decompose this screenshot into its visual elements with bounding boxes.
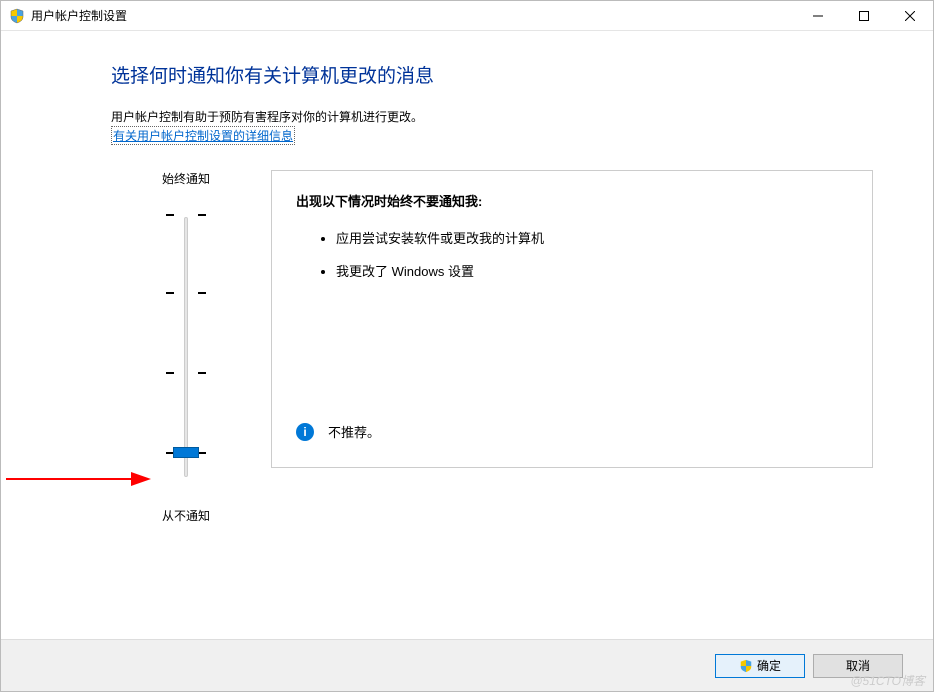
slider-label-bottom: 从不通知 (111, 507, 261, 524)
panel-list: 应用尝试安装软件或更改我的计算机 我更改了 Windows 设置 (296, 228, 848, 280)
slider-thumb[interactable] (173, 447, 199, 458)
button-bar: 确定 取消 (1, 639, 933, 691)
uac-slider[interactable] (111, 202, 261, 492)
maximize-button[interactable] (841, 1, 887, 31)
panel-heading: 出现以下情况时始终不要通知我: (296, 191, 848, 210)
description-text: 用户帐户控制有助于预防有害程序对你的计算机进行更改。 (111, 108, 873, 126)
shield-icon (739, 659, 753, 673)
page-heading: 选择何时通知你有关计算机更改的消息 (111, 61, 873, 88)
slider-row: 始终通知 从不通知 出现以下情况时始终不要通知我: 应用尝试安装软件或更改我的计… (111, 170, 873, 524)
slider-track (184, 217, 188, 477)
maximize-icon (859, 11, 869, 21)
shield-icon (9, 8, 25, 24)
close-button[interactable] (887, 1, 933, 31)
info-icon: i (296, 423, 314, 441)
window-title: 用户帐户控制设置 (31, 7, 795, 24)
slider-column: 始终通知 从不通知 (111, 170, 261, 524)
cancel-button[interactable]: 取消 (813, 654, 903, 678)
window: 用户帐户控制设置 选择何时通知你有关计算机更改的消息 用户帐户控制有助于预防有害… (0, 0, 934, 692)
recommendation-text: 不推荐。 (328, 422, 380, 441)
help-link[interactable]: 有关用户帐户控制设置的详细信息 (111, 126, 295, 145)
slider-label-top: 始终通知 (111, 170, 261, 187)
minimize-button[interactable] (795, 1, 841, 31)
close-icon (905, 11, 915, 21)
cancel-button-label: 取消 (846, 657, 870, 674)
content-area: 选择何时通知你有关计算机更改的消息 用户帐户控制有助于预防有害程序对你的计算机进… (1, 31, 933, 631)
titlebar: 用户帐户控制设置 (1, 1, 933, 31)
panel-footer: i 不推荐。 (296, 422, 380, 441)
ok-button-label: 确定 (757, 657, 781, 674)
panel-column: 出现以下情况时始终不要通知我: 应用尝试安装软件或更改我的计算机 我更改了 Wi… (271, 170, 873, 524)
info-panel: 出现以下情况时始终不要通知我: 应用尝试安装软件或更改我的计算机 我更改了 Wi… (271, 170, 873, 468)
list-item: 我更改了 Windows 设置 (336, 261, 848, 280)
minimize-icon (813, 11, 823, 21)
slider-tick (166, 214, 206, 216)
ok-button[interactable]: 确定 (715, 654, 805, 678)
slider-tick (166, 292, 206, 294)
slider-tick (166, 372, 206, 374)
window-controls (795, 1, 933, 31)
list-item: 应用尝试安装软件或更改我的计算机 (336, 228, 848, 247)
